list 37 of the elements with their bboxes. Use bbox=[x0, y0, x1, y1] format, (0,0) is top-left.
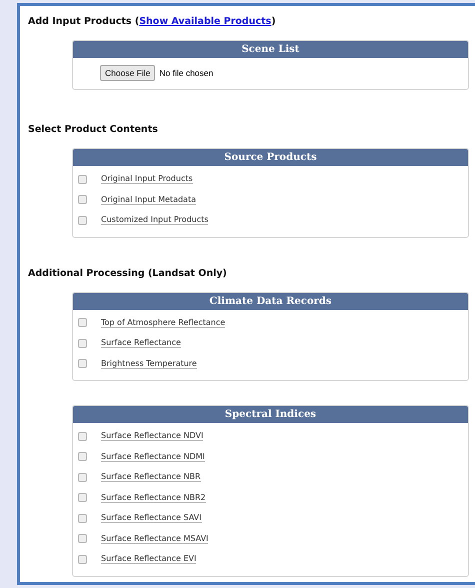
option-label[interactable]: Surface Reflectance bbox=[101, 338, 181, 348]
option-label[interactable]: Surface Reflectance EVI bbox=[101, 554, 196, 564]
section-heading: Select Product Contents bbox=[28, 124, 158, 135]
show-products-link[interactable]: Show Available Products bbox=[139, 16, 272, 27]
heading-paren: ) bbox=[271, 16, 276, 27]
option-label[interactable]: Surface Reflectance NDMI bbox=[101, 452, 205, 462]
checkbox[interactable] bbox=[78, 514, 87, 523]
option-label[interactable]: Surface Reflectance SAVI bbox=[101, 513, 202, 524]
option-label[interactable]: Surface Reflectance NDVI bbox=[101, 431, 204, 442]
checkbox[interactable] bbox=[78, 174, 87, 184]
checkbox[interactable] bbox=[78, 493, 87, 502]
checkbox[interactable] bbox=[78, 534, 87, 544]
panel-header: Spectral Indices bbox=[73, 406, 468, 423]
panel-header: Climate Data Records bbox=[73, 292, 468, 310]
option-label[interactable]: Customized Input Products bbox=[101, 215, 208, 226]
checkbox[interactable] bbox=[78, 452, 87, 462]
option-label[interactable]: Surface Reflectance MSAVI bbox=[101, 534, 208, 544]
checkbox[interactable] bbox=[78, 472, 87, 482]
option-label[interactable]: Top of Atmosphere Reflectance bbox=[101, 318, 226, 328]
section-heading: Additional Processing (Landsat Only) bbox=[28, 268, 227, 278]
section-heading: Add Input Products ( bbox=[28, 16, 140, 27]
panel-header: Source Products bbox=[73, 149, 468, 166]
option-label[interactable]: Surface Reflectance NBR bbox=[101, 472, 201, 482]
choose-file-button[interactable]: Choose File bbox=[100, 65, 156, 81]
checkbox[interactable] bbox=[78, 216, 87, 225]
option-label[interactable]: Original Input Metadata bbox=[101, 194, 196, 205]
checkbox[interactable] bbox=[78, 359, 87, 368]
checkbox[interactable] bbox=[78, 338, 87, 348]
panel-header: Scene List bbox=[73, 41, 468, 58]
checkbox[interactable] bbox=[78, 554, 87, 564]
checkbox[interactable] bbox=[78, 318, 87, 328]
option-label[interactable]: Brightness Temperature bbox=[101, 358, 197, 369]
option-label[interactable]: Original Input Products bbox=[101, 174, 193, 184]
file-status: No file chosen bbox=[159, 68, 214, 78]
option-label[interactable]: Surface Reflectance NBR2 bbox=[101, 492, 206, 503]
checkbox[interactable] bbox=[78, 195, 87, 204]
checkbox[interactable] bbox=[78, 432, 87, 441]
